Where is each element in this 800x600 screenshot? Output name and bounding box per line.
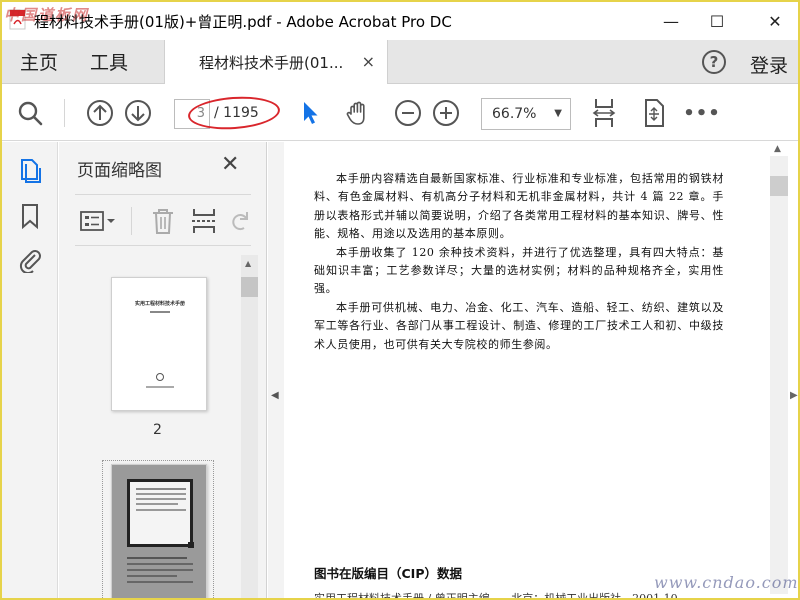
minimize-button[interactable]: — — [646, 2, 696, 40]
cip-entry: 实用工程材料技术手册 / 曾正明主编. — 北京：机械工业出版社，2001.10 — [314, 592, 678, 600]
chevron-down-icon: ▼ — [554, 108, 562, 119]
zoom-level-value: 66.7% — [492, 106, 537, 122]
thumbnail-line — [136, 493, 186, 495]
panel-separator — [131, 207, 132, 235]
thumbnail-line — [127, 557, 187, 559]
resize-handle[interactable] — [188, 542, 194, 548]
page-thumbnails-icon — [21, 159, 41, 183]
document-body: 本手册内容精选自最新国家标准、行业标准和专业标准，包括常用的钢铁材料、有色金属材… — [314, 170, 724, 354]
zoom-out-button[interactable] — [392, 97, 424, 129]
next-page-button[interactable] — [122, 97, 154, 129]
document-scrollbar[interactable]: ▲ — [768, 142, 798, 598]
close-panel-icon[interactable]: ✕ — [221, 152, 239, 177]
more-icon: ••• — [683, 102, 721, 124]
thumbnails-panel: 页面缩略图 ✕ 实用工程材料技术手册 2 ▲ — [59, 142, 267, 598]
scroll-track[interactable] — [770, 156, 788, 594]
tab-document[interactable]: 程材料技术手册(01... × — [164, 40, 388, 84]
toolbar: 3 / 1195 66.7% ▼ ••• — [2, 85, 798, 141]
page-thumbnail-3[interactable] — [111, 464, 207, 598]
page-thumbnail-2[interactable]: 实用工程材料技术手册 — [111, 277, 207, 411]
panel-scroll-thumb[interactable] — [241, 277, 258, 297]
arrow-down-circle-icon — [125, 100, 151, 126]
minimize-icon: — — [663, 11, 679, 31]
fit-width-icon — [592, 99, 616, 127]
toolbar-separator — [64, 99, 65, 127]
bookmark-icon — [22, 204, 38, 229]
fit-width-button[interactable] — [588, 97, 620, 129]
delete-page-button[interactable] — [149, 207, 177, 235]
thumbnail-line — [136, 488, 186, 490]
select-tool-button[interactable] — [294, 97, 326, 129]
close-window-button[interactable]: ✕ — [750, 2, 798, 40]
tab-home[interactable]: 主页 — [20, 48, 58, 75]
thumbnail-line — [127, 575, 177, 577]
document-scroll-thumb[interactable] — [770, 176, 788, 196]
maximize-icon: ☐ — [709, 11, 725, 31]
attachments-button[interactable] — [16, 246, 44, 274]
app-window: 中国道板网 程材料技术手册(01版)+曾正明.pdf - Adobe Acrob… — [0, 0, 800, 600]
panel-collapse-handle[interactable]: ◀ — [268, 142, 284, 598]
collapse-left-icon: ◀ — [271, 390, 279, 401]
title-bar: 中国道板网 程材料技术手册(01版)+曾正明.pdf - Adobe Acrob… — [2, 2, 798, 40]
fit-page-icon — [645, 99, 664, 127]
pointer-arrow-icon — [304, 102, 318, 124]
trash-icon — [153, 209, 173, 234]
thumbnail-page-number: 2 — [153, 422, 162, 438]
document-view[interactable]: 本手册内容精选自最新国家标准、行业标准和专业标准，包括常用的钢铁材料、有色金属材… — [284, 142, 798, 600]
zoom-in-icon — [433, 100, 459, 126]
more-tools-button[interactable]: ••• — [683, 97, 721, 129]
scroll-up-icon[interactable]: ▲ — [774, 144, 781, 154]
panel-title: 页面缩略图 — [77, 161, 162, 181]
expand-right-icon[interactable]: ▶ — [790, 390, 798, 401]
thumbnail-line — [136, 509, 186, 511]
arrow-up-circle-icon — [87, 100, 113, 126]
close-tab-icon[interactable]: × — [362, 52, 375, 71]
paragraph: 本手册可供机械、电力、冶金、化工、汽车、造船、轻工、纺织、建筑以及军工等各行业、… — [314, 300, 724, 351]
publisher-logo-icon — [156, 373, 164, 381]
left-rail — [2, 142, 58, 598]
insert-page-button[interactable] — [189, 207, 219, 235]
zoom-out-icon — [395, 100, 421, 126]
panel-toolbar — [75, 194, 251, 246]
login-button[interactable]: 登录 — [750, 51, 788, 78]
hand-icon — [346, 101, 365, 125]
tab-bar: 主页 工具 程材料技术手册(01... × ? 登录 — [2, 40, 798, 84]
hand-tool-button[interactable] — [342, 97, 374, 129]
bookmarks-button[interactable] — [16, 202, 44, 230]
thumbnail-line — [127, 569, 193, 571]
fit-page-button[interactable] — [638, 97, 670, 129]
scroll-up-icon[interactable]: ▲ — [245, 259, 251, 268]
maximize-button[interactable]: ☐ — [692, 2, 742, 40]
page-view-box — [127, 479, 193, 547]
thumbnail-line — [150, 311, 170, 313]
search-button[interactable] — [14, 97, 46, 129]
zoom-level-select[interactable]: 66.7% ▼ — [481, 98, 571, 130]
close-icon: ✕ — [768, 11, 782, 31]
watermark-bottom: www.cndao.com — [654, 573, 799, 592]
paragraph: 本手册内容精选自最新国家标准、行业标准和专业标准，包括常用的钢铁材料、有色金属材… — [314, 172, 724, 241]
rotate-icon — [232, 212, 248, 231]
search-icon — [18, 101, 43, 126]
rotate-page-button[interactable] — [229, 207, 251, 235]
paperclip-icon — [19, 250, 41, 273]
thumbnail-line — [127, 581, 193, 583]
insert-pages-icon — [192, 209, 216, 233]
thumbnail-line — [136, 503, 178, 505]
page-thumbnails-button[interactable] — [16, 156, 44, 184]
help-button[interactable]: ? — [702, 50, 726, 74]
options-menu-icon — [80, 211, 115, 231]
thumbnail-line — [136, 498, 186, 500]
thumbnail-options-button[interactable] — [79, 207, 119, 235]
paragraph: 本手册收集了 120 余种技术资料，并进行了优选整理，具有四大特点：基础知识丰富… — [314, 245, 724, 296]
thumbnail-line — [146, 386, 174, 388]
zoom-in-button[interactable] — [430, 97, 462, 129]
panel-scrollbar[interactable]: ▲ — [241, 255, 258, 598]
thumbnail-line — [127, 563, 193, 565]
cip-heading: 图书在版编目（CIP）数据 — [314, 566, 462, 581]
tab-tools[interactable]: 工具 — [90, 48, 128, 75]
thumbnail-title: 实用工程材料技术手册 — [134, 301, 185, 307]
document-tab-label: 程材料技术手册(01... — [199, 53, 344, 72]
window-title: 程材料技术手册(01版)+曾正明.pdf - Adobe Acrobat Pro… — [34, 13, 452, 31]
previous-page-button[interactable] — [84, 97, 116, 129]
